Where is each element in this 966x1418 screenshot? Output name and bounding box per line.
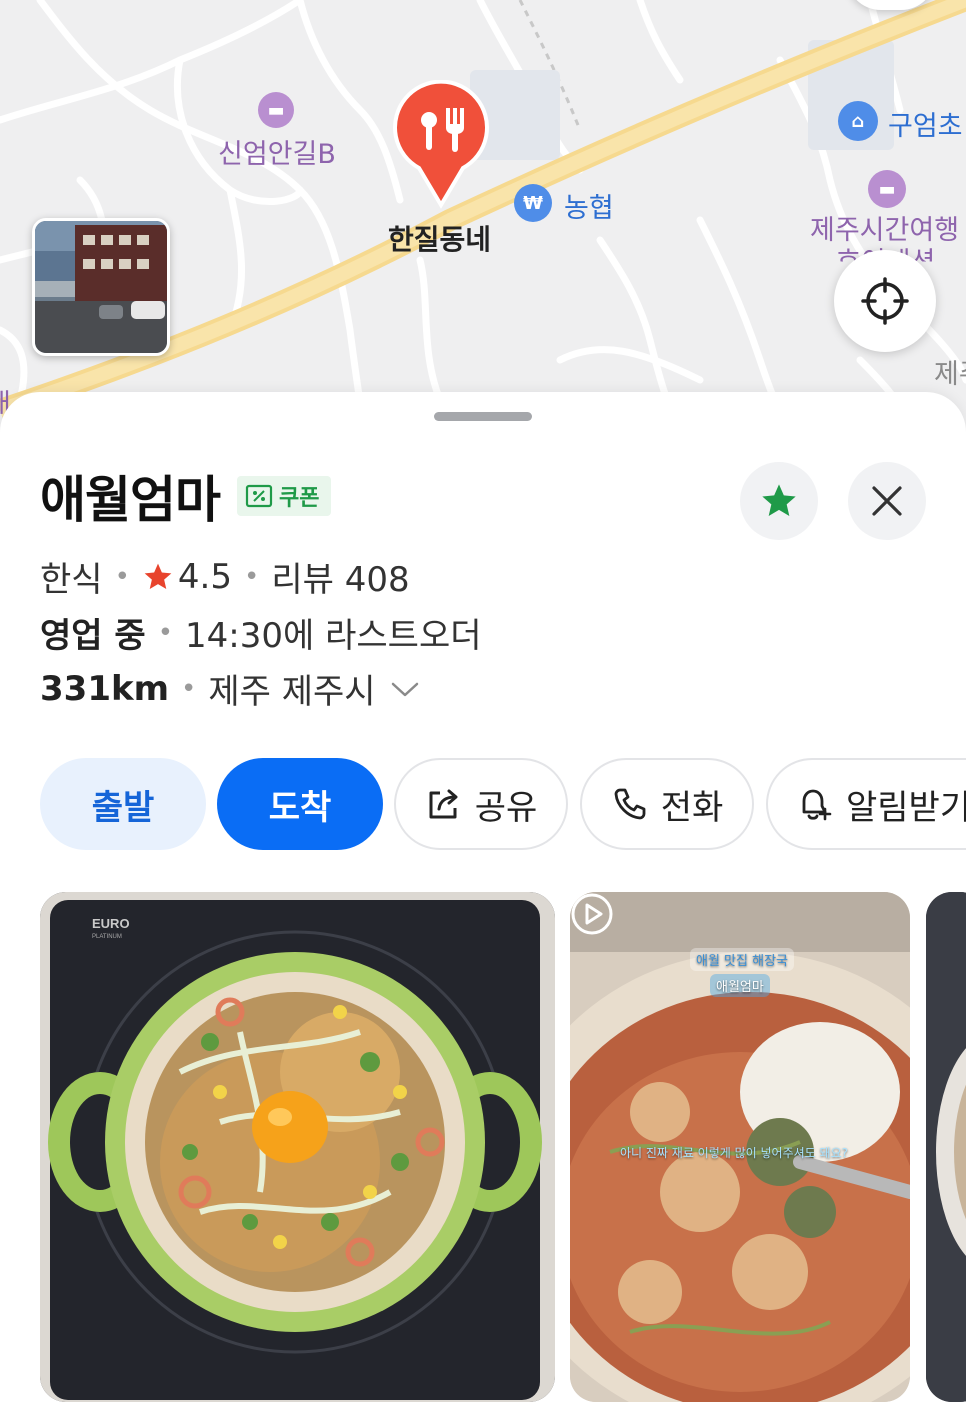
street-view-thumbnail[interactable]: [32, 218, 170, 356]
map-label-sineom[interactable]: 신엄안길B: [218, 132, 336, 171]
arrive-label: 도착: [268, 787, 332, 828]
current-location-button[interactable]: [834, 250, 936, 352]
share-icon: [429, 789, 458, 819]
share-label: 공유: [474, 787, 538, 828]
last-order-time: 14:30에 라스트오더: [185, 616, 482, 656]
chevron-down-icon[interactable]: [390, 679, 420, 699]
video-thumbnail[interactable]: 애월 맛집 해장국 애월엄마 아니 진짜 재료 이렇게 많이 넣어주셔도 돼요?: [570, 892, 910, 1402]
phone-icon: [614, 788, 646, 820]
video-caption-title: 애월 맛집 해장국: [690, 948, 794, 971]
favorite-button[interactable]: [740, 462, 818, 540]
notify-label: 알림받기: [846, 787, 966, 828]
place-name: 애월엄마: [40, 471, 221, 529]
rating-star-icon: [144, 563, 172, 589]
call-label: 전화: [660, 787, 724, 828]
business-status: 영업 중: [40, 616, 146, 656]
map-label-edge-right: 제주: [934, 359, 966, 390]
video-play-icon: [571, 893, 613, 935]
coupon-icon: [245, 484, 273, 508]
distance: 331km: [40, 668, 170, 709]
arrive-button[interactable]: 도착: [217, 758, 383, 850]
separator-dot: •: [157, 617, 174, 648]
video-caption-place: 애월엄마: [710, 974, 770, 997]
address: 제주 제주시: [208, 672, 376, 712]
map-label-nonghyup[interactable]: 농협: [564, 186, 614, 225]
depart-button[interactable]: 출발: [40, 758, 206, 850]
cooktop-brand-sub: PLATINUM: [92, 934, 122, 940]
place-meta-line: 한식 • 4.5 • 리뷰 408: [40, 552, 410, 601]
map-label-selected-place[interactable]: 한질동네: [388, 218, 491, 258]
video-caption-subtitle: 아니 진짜 재료 이렇게 많이 넣어주셔도 돼요?: [620, 1146, 848, 1160]
map-label-gueom-school[interactable]: 구엄초: [888, 104, 963, 143]
close-button[interactable]: [848, 462, 926, 540]
crosshair-icon: [861, 277, 909, 325]
notify-button[interactable]: 알림받기: [766, 758, 966, 850]
place-category: 한식: [40, 560, 103, 600]
bell-plus-icon: [802, 789, 832, 821]
place-detail-sheet: 애월엄마 쿠폰 한식 • 4.5 • 리뷰 408 영업 중 • 14:30에 …: [0, 392, 966, 1418]
lodging-icon[interactable]: ▬: [258, 92, 294, 128]
restaurant-pin-icon[interactable]: [391, 80, 491, 210]
school-icon[interactable]: ⌂: [838, 101, 878, 141]
photo-thumbnail-partial[interactable]: [926, 892, 966, 1402]
food-photo-partial: [926, 892, 966, 1402]
business-hours-line[interactable]: 영업 중 • 14:30에 라스트오더: [40, 608, 482, 657]
lodging-icon[interactable]: ▬: [868, 170, 906, 208]
separator-dot: •: [181, 673, 197, 704]
map-view[interactable]: ▬ 신엄안길B 한질동네 ₩ 농협 ⌂ 구엄초 ▬ 제주시간여행 호이게션 제주…: [0, 0, 966, 440]
coupon-label: 쿠폰: [279, 486, 320, 511]
coupon-badge[interactable]: 쿠폰: [237, 476, 332, 516]
share-button[interactable]: 공유: [394, 758, 568, 850]
food-photo-soup: EURO PLATINUM: [40, 892, 555, 1402]
close-icon: [872, 486, 902, 516]
separator-dot: •: [114, 561, 130, 592]
depart-label: 출발: [91, 787, 155, 828]
call-button[interactable]: 전화: [580, 758, 754, 850]
separator-dot: •: [243, 561, 260, 592]
bank-icon[interactable]: ₩: [514, 184, 552, 222]
street-view-image: [35, 221, 167, 353]
address-line[interactable]: 331km • 제주 제주시: [40, 664, 420, 713]
review-count-link[interactable]: 리뷰 408: [271, 552, 409, 601]
star-icon: [762, 484, 796, 516]
place-rating: 4.5: [177, 556, 232, 597]
photo-thumbnail[interactable]: EURO PLATINUM: [40, 892, 555, 1402]
sheet-drag-handle[interactable]: [434, 412, 532, 421]
action-button-row: 출발 도착 공유 전화 알림받기: [0, 758, 966, 852]
cooktop-brand: EURO: [92, 916, 130, 931]
